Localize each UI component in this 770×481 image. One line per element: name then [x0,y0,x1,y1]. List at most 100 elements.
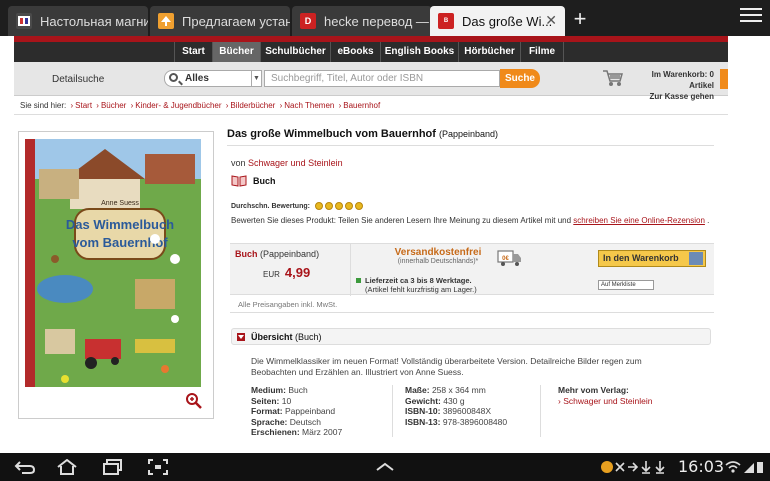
page-margin [744,36,770,453]
fact-value: 430 g [443,395,465,406]
overview-title: Übersicht (Buch) [251,332,322,342]
nav-item-schulbuecher[interactable]: Schulbücher [260,42,330,62]
search-button[interactable]: Suche [500,69,540,88]
cover-author: Anne Suess [101,200,139,207]
book-icon [231,175,247,187]
availability-dot-icon [356,278,361,283]
review-end: . [707,216,710,225]
chevron-up-icon[interactable] [374,459,396,475]
recent-apps-icon[interactable] [102,459,124,475]
shipping-mark: * [475,258,479,265]
tab-title: Настольная магнит... [40,13,148,29]
nav-item-english-books[interactable]: English Books [380,42,458,62]
book-cover-image[interactable]: Anne Suess Das Wimmelbuch vom Bauernhof [25,139,201,387]
search-scope-value: Alles [185,73,209,84]
bookmark-tab-icon [16,13,32,29]
publisher-label: Mehr vom Verlag: [558,385,629,395]
tab-2[interactable]: D hecke перевод — Я... [292,6,432,36]
smiley-icon [334,202,343,210]
cart-icon [689,252,703,265]
breadcrumb-item[interactable]: Kinder- & Jugendbücher [135,101,221,110]
nav-item-filme[interactable]: Filme [520,42,564,62]
search-scope-select[interactable]: Alles ▼ [164,70,262,87]
system-bar: 16:03 [0,453,770,481]
fact-label: ISBN-10: [405,406,441,416]
search-input[interactable] [264,70,500,87]
breadcrumb-item[interactable]: Bilderbücher [230,101,275,110]
shipping-sub: (innerhalb Deutschlands) [397,258,476,265]
price-amount: 4,99 [284,265,311,280]
delivery-time: Lieferzeit ca 3 bis 8 Werktage. [365,276,472,285]
add-to-wishlist-button[interactable]: Auf Merkliste [598,280,654,290]
delivery-note: (Artikel fehlt kurzfristig am Lager.) [365,285,477,294]
divider [227,145,714,146]
divider [350,244,351,296]
smiley-icon [314,202,323,210]
fact-value: März 2007 [302,427,343,437]
nav-item-buecher[interactable]: Bücher [212,42,260,62]
breadcrumb-item[interactable]: Nach Themen [284,101,334,110]
checkout-link[interactable]: Zur Kasse gehen [628,91,714,102]
status-clock: 16:03 [678,457,725,476]
shipping-label: Versandkostenfrei [394,247,482,258]
price: EUR 4,99 [263,265,310,280]
product-title-text: Das große Wimmelbuch vom Bauernhof [227,128,436,140]
divider [230,312,714,313]
shipping-info: Versandkostenfrei (innerhalb Deutschland… [373,247,503,265]
divider [14,114,728,115]
fact-label: Format: [251,406,283,416]
add-to-cart-label: In den Warenkorb [603,253,679,263]
breadcrumb-item[interactable]: Bücher [101,101,126,110]
shopping-cart-icon[interactable] [602,68,624,88]
browser-menu-icon[interactable] [740,8,762,28]
facts-column-1: Medium: Buch Seiten: 10 Format: Pappeinb… [251,385,342,438]
author-line: von Schwager und Steinlein [231,158,343,168]
fact-value: Deutsch [289,416,321,427]
tab-3[interactable]: B Das große Wi... ✕ [430,6,565,36]
back-icon[interactable] [14,459,36,475]
publisher-link-text: Schwager und Steinlein [563,395,653,406]
fact-label: Gewicht: [405,395,441,406]
screenshot-icon[interactable] [148,459,168,475]
breadcrumb-item[interactable]: Start [75,101,92,110]
write-review-link[interactable]: schreiben Sie eine Online-Rezension [573,216,705,225]
price-currency: EUR [263,270,280,279]
detail-search-link[interactable]: Detailsuche [52,74,104,85]
tab-0[interactable]: Настольная магнит... [8,6,148,36]
publisher-link[interactable]: › Schwager und Steinlein [558,396,653,406]
facts-column-3: Mehr vom Verlag: › Schwager und Steinlei… [558,385,653,406]
nav-item-start[interactable]: Start [174,42,212,62]
product-image-box: Anne Suess Das Wimmelbuch vom Bauernhof [18,131,214,419]
nav-item-ebooks[interactable]: eBooks [330,42,380,62]
tab-title: hecke перевод — Я... [324,13,432,29]
truck-label: 0€ [502,256,509,262]
breadcrumb-item[interactable]: Bauernhof [343,101,380,110]
truck-icon: 0€ [497,250,521,266]
close-tab-icon[interactable]: ✕ [545,12,557,29]
product-description: Die Wimmelklassiker im neuen Format! Vol… [251,356,642,377]
review-prompt: Bewerten Sie dieses Produkt: Teilen Sie … [231,216,709,225]
search-band: Detailsuche Alles ▼ Suche Im Warenkorb: … [14,62,728,101]
author-link[interactable]: Schwager und Steinlein [248,158,343,168]
overview-header[interactable]: Übersicht (Buch) [231,328,711,345]
tab-title: Предлагаем устано... [182,13,290,29]
home-icon[interactable] [56,459,78,475]
cart-summary[interactable]: Im Warenkorb: 0 Artikel Zur Kasse gehen [628,69,714,102]
nav-item-hoerbuecher[interactable]: Hörbücher [458,42,520,62]
tab-1[interactable]: Предлагаем устано... [150,6,290,36]
breadcrumb: Sie sind hier: › Start › Bücher › Kinder- &… [20,101,381,110]
notification-icons[interactable] [600,459,672,475]
new-tab-button[interactable]: + [568,8,592,32]
browser-tab-bar: Настольная магнит... Предлагаем устано..… [0,0,770,36]
product-type: Buch [231,175,276,187]
add-to-cart-button[interactable]: In den Warenkorb [598,250,706,267]
fact-label: Erschienen: [251,427,300,437]
search-icon [169,73,178,82]
fact-value: Pappeinband [285,406,336,416]
cart-arrow-button[interactable] [720,69,728,89]
cart-count: Im Warenkorb: 0 Artikel [651,70,714,90]
fact-value: 389600848X [442,406,492,416]
zoom-icon[interactable] [185,392,203,410]
price-box: Buch (Pappeinband) EUR 4,99 Versandkosten… [230,243,714,296]
smiley-icon [324,202,333,210]
